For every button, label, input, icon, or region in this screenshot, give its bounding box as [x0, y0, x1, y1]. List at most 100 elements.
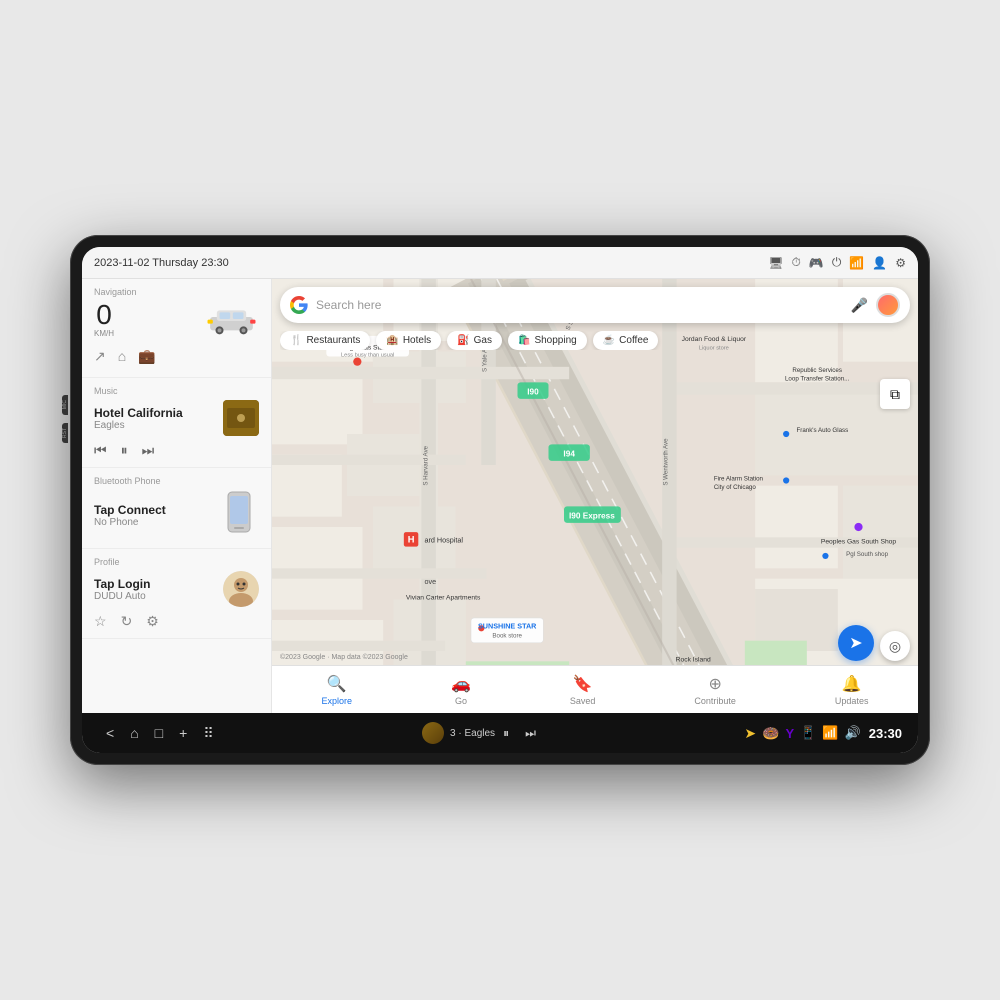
wifi-sys-icon[interactable]: 📶	[822, 725, 838, 741]
svg-text:Frank's Auto Glass: Frank's Auto Glass	[797, 427, 849, 434]
svg-text:Less busy than usual: Less busy than usual	[341, 353, 394, 359]
search-placeholder: Search here	[316, 298, 843, 312]
nav-briefcase-icon[interactable]: 💼	[138, 348, 155, 365]
status-bar: 2023-11-02 Thursday 23:30 🖥 ⏱ 🎮 ⏻ 📶 👤 ⚙	[82, 247, 918, 279]
explore-label: Explore	[321, 696, 352, 706]
carplay-icon[interactable]: 📱	[800, 725, 816, 741]
now-playing-avatar	[422, 722, 444, 744]
display-icon[interactable]: 🖥	[768, 256, 783, 270]
nav-icons: ↗ ⌂ 💼	[94, 344, 259, 369]
now-playing: 3 · Eagles	[422, 722, 495, 744]
svg-text:Vivian Carter Apartments: Vivian Carter Apartments	[406, 594, 481, 601]
nav-direction-icon[interactable]: ↗	[94, 348, 106, 365]
updates-tab[interactable]: 🔔 Updates	[835, 674, 869, 706]
restaurants-label: Restaurants	[306, 335, 360, 346]
bluetooth-label: Bluetooth Phone	[94, 476, 259, 486]
refresh-icon[interactable]: ↻	[121, 613, 133, 630]
navigate-icon: ➤	[849, 633, 862, 653]
mic-button[interactable]: MIC	[62, 395, 68, 415]
account-icon[interactable]: 👤	[872, 256, 887, 270]
go-label: Go	[455, 696, 467, 706]
home-button[interactable]: ⌂	[122, 725, 146, 741]
svg-text:Fire Alarm Station: Fire Alarm Station	[714, 476, 764, 483]
device-frame: MIC RST 2023-11-02 Thursday 23:30 🖥 ⏱ 🎮 …	[70, 235, 930, 765]
power-icon[interactable]: ⏻	[832, 255, 842, 270]
svg-text:City of Chicago: City of Chicago	[714, 484, 757, 491]
coffee-pill[interactable]: ☕ Coffee	[593, 331, 659, 350]
svg-text:Republic Services: Republic Services	[792, 367, 842, 374]
location-button[interactable]: ◎	[880, 631, 910, 661]
donut-icon[interactable]: 🍩	[762, 725, 779, 742]
svg-text:SUNSHINE STAR: SUNSHINE STAR	[478, 621, 537, 630]
gas-pill[interactable]: ⛽ Gas	[447, 331, 502, 350]
system-time: 23:30	[869, 726, 902, 741]
svg-text:Pgl South shop: Pgl South shop	[846, 551, 889, 558]
shopping-pill[interactable]: 🛍️ Shopping	[508, 331, 587, 350]
navigate-button[interactable]: ➤	[838, 625, 874, 661]
favorite-icon[interactable]: ☆	[94, 613, 107, 630]
bluetooth-subtitle: No Phone	[94, 517, 211, 528]
recent-button[interactable]: □	[147, 725, 171, 741]
explore-icon: 🔍	[327, 674, 347, 694]
mic-icon[interactable]: 🎤	[851, 297, 868, 314]
shopping-icon: 🛍️	[518, 335, 530, 346]
profile-section: Profile Tap Login DUDU Auto	[82, 549, 271, 639]
explore-tab[interactable]: 🔍 Explore	[321, 674, 352, 706]
navigation-section: Navigation 0 KM/H	[82, 279, 271, 378]
grid-button[interactable]: ⠿	[195, 725, 221, 742]
next-button[interactable]: ⏭	[142, 442, 155, 459]
datetime: 2023-11-02 Thursday 23:30	[94, 257, 229, 269]
restaurants-pill[interactable]: 🍴 Restaurants	[280, 331, 370, 350]
go-tab[interactable]: 🚗 Go	[451, 674, 471, 706]
layers-icon: ⧉	[890, 386, 900, 403]
home-icon: ⌂	[130, 725, 138, 741]
grid-icon: ⠿	[203, 725, 213, 742]
volume-icon[interactable]: 🔊	[845, 725, 861, 741]
profile-name: Tap Login	[94, 577, 215, 591]
coffee-label: Coffee	[619, 335, 648, 346]
contribute-tab[interactable]: ⊕ Contribute	[694, 674, 736, 706]
map-area[interactable]: I90 I94 I90 Express Citgo Gas Station Le…	[272, 279, 918, 713]
timer-icon[interactable]: ⏱	[792, 255, 801, 270]
location-arrow-icon[interactable]: ➤	[744, 725, 756, 742]
prev-button[interactable]: ⏮	[94, 442, 107, 459]
album-art	[223, 400, 259, 436]
updates-label: Updates	[835, 696, 869, 706]
bluetooth-title: Tap Connect	[94, 503, 211, 517]
bluetooth-section: Bluetooth Phone Tap Connect No Phone	[82, 468, 271, 549]
bluetooth-content: Tap Connect No Phone	[94, 490, 259, 540]
updates-icon: 🔔	[842, 674, 862, 694]
steering-icon[interactable]: 🎮	[809, 256, 824, 270]
car-icon	[204, 305, 259, 335]
settings-icon[interactable]: ⚙	[895, 256, 906, 270]
sys-icons-right: ➤ 🍩 Y 📱 📶 🔊	[744, 725, 860, 742]
wifi-icon[interactable]: 📶	[849, 256, 864, 270]
pause-button[interactable]: ⏸	[121, 442, 128, 459]
recent-icon: □	[155, 725, 163, 741]
svg-text:S Harvard Ave: S Harvard Ave	[423, 445, 430, 485]
svg-text:ove: ove	[425, 577, 437, 586]
yahoo-icon[interactable]: Y	[786, 726, 795, 741]
navigation-label: Navigation	[94, 287, 259, 297]
profile-content: Tap Login DUDU Auto	[94, 571, 259, 607]
hotels-pill[interactable]: 🏨 Hotels	[376, 331, 441, 350]
add-button[interactable]: +	[171, 725, 195, 741]
back-button[interactable]: <	[98, 725, 122, 741]
location-icon: ◎	[889, 638, 901, 655]
saved-tab[interactable]: 🔖 Saved	[570, 674, 596, 706]
user-avatar[interactable]	[876, 293, 900, 317]
main-content: Navigation 0 KM/H	[82, 279, 918, 713]
map-search-bar[interactable]: Search here 🎤	[280, 287, 910, 323]
contribute-label: Contribute	[694, 696, 736, 706]
play-pause-btn[interactable]: ⏸	[495, 726, 517, 741]
map-layers-button[interactable]: ⧉	[880, 379, 910, 409]
add-icon: +	[179, 725, 187, 741]
music-controls: ⏮ ⏸ ⏭	[94, 442, 259, 459]
hotels-label: Hotels	[403, 335, 431, 346]
settings-icon[interactable]: ⚙	[146, 613, 159, 630]
nav-home-icon[interactable]: ⌂	[118, 348, 126, 365]
status-icons: 🖥 ⏱ 🎮 ⏻ 📶 👤 ⚙	[768, 255, 906, 270]
profile-action-icons: ☆ ↻ ⚙	[94, 613, 259, 630]
rst-button[interactable]: RST	[62, 423, 68, 443]
next-track-btn[interactable]: ⏭	[517, 726, 544, 741]
